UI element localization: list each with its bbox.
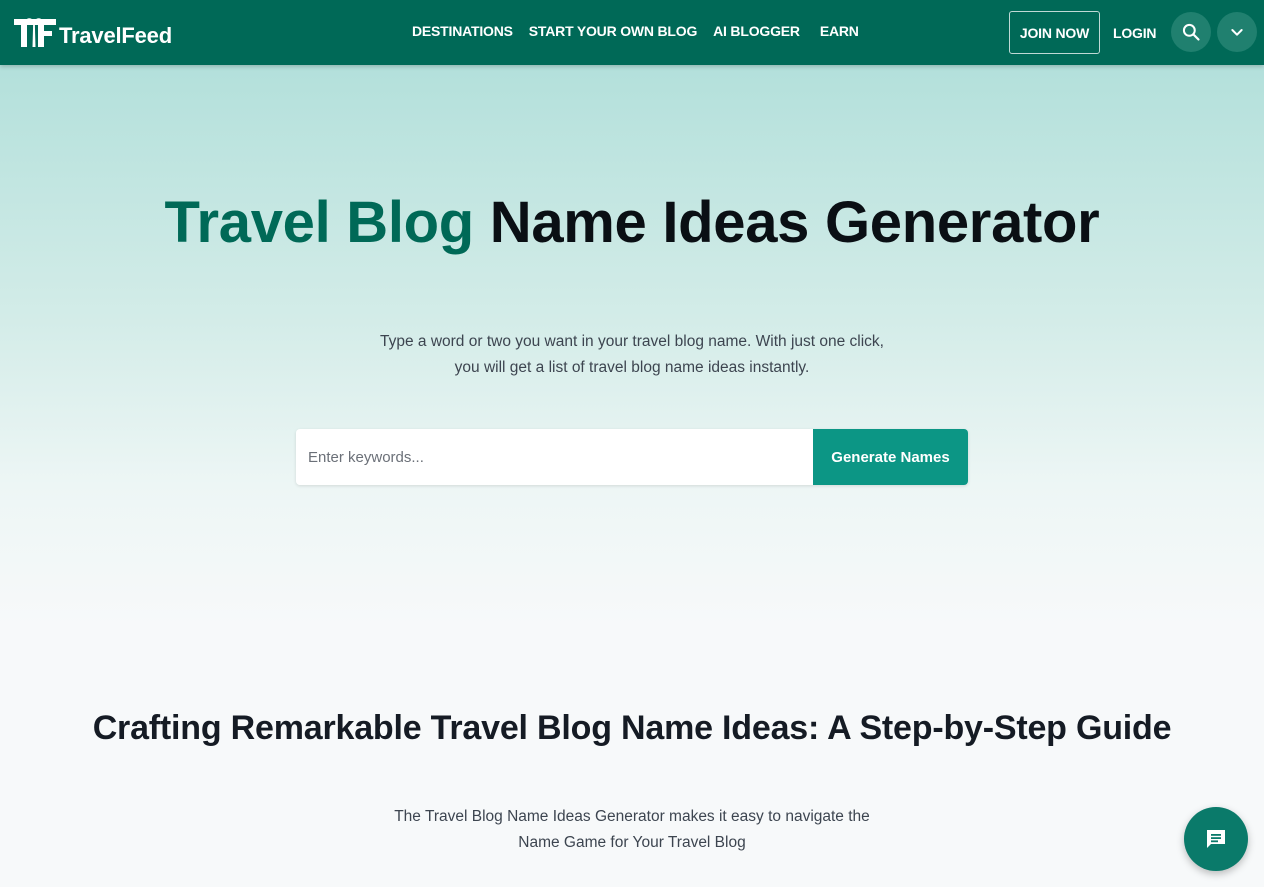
guide-subtitle: The Travel Blog Name Ideas Generator mak…	[394, 808, 870, 851]
keyword-input[interactable]	[296, 429, 813, 485]
travelfeed-logo[interactable]: TravelFeed	[14, 17, 172, 49]
nav-link-earn[interactable]: EARN	[820, 23, 859, 39]
generate-names-button[interactable]: Generate Names	[813, 429, 968, 485]
nav-link-ai-blogger[interactable]: AI BLOGGER	[713, 23, 800, 39]
page-title-rest: Name Ideas Generator	[489, 190, 1100, 255]
main-nav: DESTINATIONS START YOUR OWN BLOG AI BLOG…	[412, 0, 875, 62]
brand-name: TravelFeed	[59, 23, 172, 48]
page-title-accent: Travel Blog	[164, 190, 475, 255]
hero-subtitle: Type a word or two you want in your trav…	[380, 333, 884, 376]
chat-icon	[1207, 830, 1225, 848]
nav-link-destinations[interactable]: DESTINATIONS	[412, 23, 513, 39]
guide-title: Crafting Remarkable Travel Blog Name Ide…	[92, 709, 1172, 747]
search-button[interactable]	[1171, 12, 1211, 52]
chat-button[interactable]	[1184, 807, 1248, 871]
keyword-form: Generate Names	[296, 429, 968, 485]
login-button[interactable]: LOGIN	[1113, 11, 1157, 54]
join-now-button[interactable]: JOIN NOW	[1009, 11, 1100, 54]
palm-logo-icon	[14, 18, 56, 47]
menu-dropdown-button[interactable]	[1217, 12, 1257, 52]
search-icon	[1182, 23, 1200, 41]
nav-link-start-blog[interactable]: START YOUR OWN BLOG	[529, 23, 698, 39]
hero-section: Travel Blog Name Ideas Generator Type a …	[0, 65, 1264, 625]
top-navbar: TravelFeed DESTINATIONS START YOUR OWN B…	[0, 0, 1264, 65]
chevron-down-icon	[1231, 29, 1243, 36]
page-title: Travel Blog Name Ideas Generator	[0, 192, 1264, 254]
